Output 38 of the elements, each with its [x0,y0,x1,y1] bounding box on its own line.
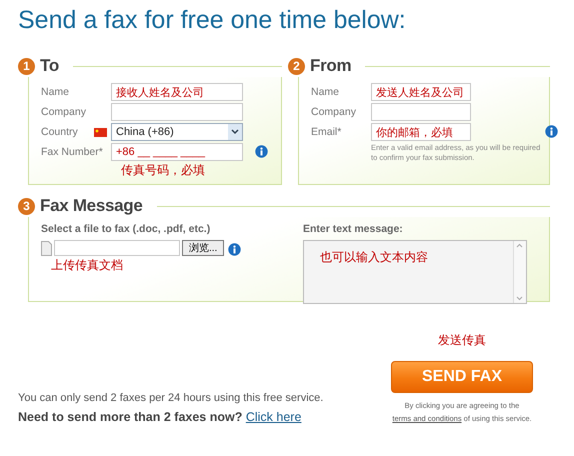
field-label: Name [41,86,70,98]
field-label: Country [41,126,78,138]
input-field[interactable] [371,103,471,121]
file-input-field[interactable] [54,240,180,256]
scrollbar[interactable] [513,241,526,303]
step-number: 1 [18,58,35,74]
field-label: Enter text message: [303,223,404,235]
info-icon[interactable] [228,242,242,256]
annotation-text: 传真号码，必填 [121,162,206,179]
flag-icon [94,128,107,136]
input-field[interactable]: +86 __ ____ ____ [111,143,243,161]
browse-button[interactable]: 浏览... [182,240,224,256]
step-number: 3 [18,198,35,214]
input-field[interactable]: 你的邮箱，必填 [371,123,471,141]
input-field[interactable]: 接收人姓名及公司 [111,83,243,101]
message-textarea[interactable]: 也可以输入文本内容 [303,240,527,304]
page-title: Send a fax for free one time below: [18,6,407,35]
section-heading: To [40,56,59,76]
country-select[interactable]: China (+86) [111,123,243,141]
field-label: Fax Number* [41,146,103,158]
field-label: Company [311,106,356,118]
limit-text: You can only send 2 faxes per 24 hours using this free service. [18,392,324,404]
field-label: Company [41,106,86,118]
field-label: Email* [311,126,342,138]
annotation-text: 上传传真文档 [51,257,124,274]
step-number: 2 [288,58,305,74]
annotation-text: 发送传真 [438,332,486,349]
info-icon[interactable] [255,145,268,158]
section-heading: Fax Message [40,196,143,216]
field-label: Select a file to fax (.doc, .pdf, etc.) [41,223,212,235]
click-here-link[interactable]: Click here [246,410,302,424]
file-icon [41,240,52,256]
info-icon[interactable] [545,125,558,138]
input-field[interactable] [111,103,243,121]
section-heading: From [310,56,352,76]
more-faxes-text: Need to send more than 2 faxes now? [18,410,242,424]
field-label: Name [311,86,340,98]
input-field[interactable]: 发送人姓名及公司 [371,83,471,101]
